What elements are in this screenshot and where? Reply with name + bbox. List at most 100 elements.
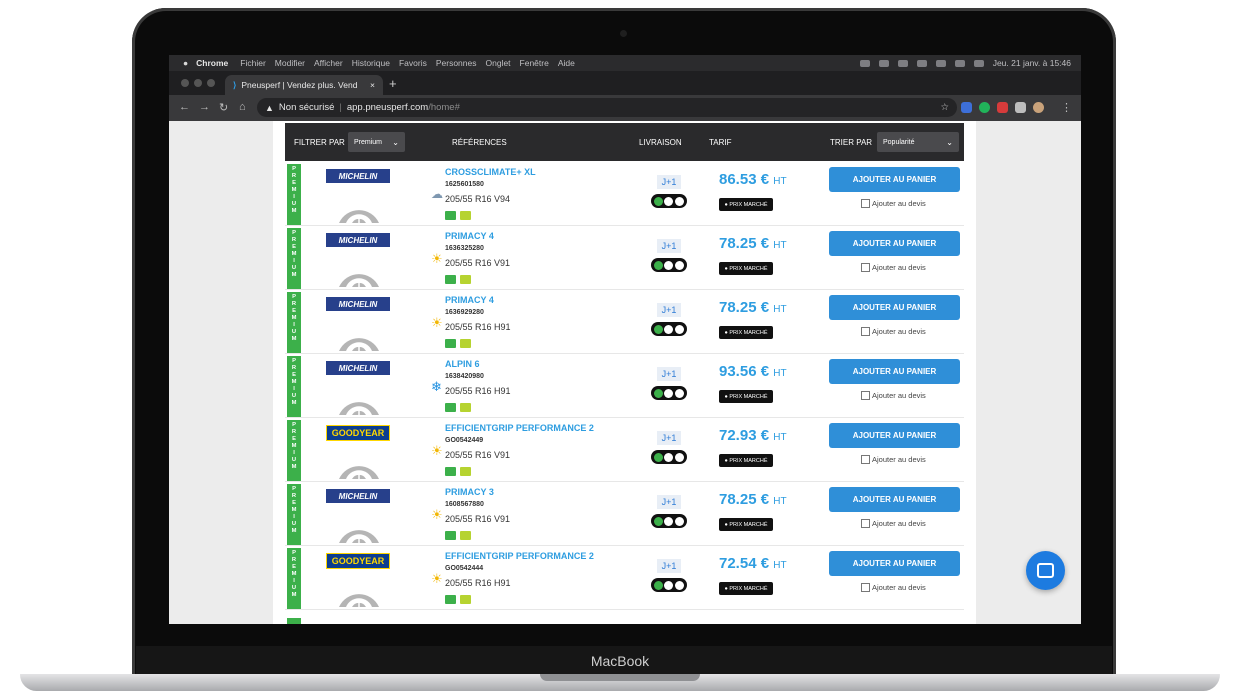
apple-icon[interactable]: ● [183,58,188,68]
product-name-link[interactable]: EFFICIENTGRIP PERFORMANCE 2 [445,423,594,433]
add-to-quote[interactable]: Ajouter au devis [861,455,926,464]
product-name-link[interactable]: EFFICIENTGRIP PERFORMANCE 2 [445,551,594,561]
add-to-quote[interactable]: Ajouter au devis [861,519,926,528]
premium-letter: P [292,166,296,172]
product-name-link[interactable]: PRIMACY 4 [445,295,494,305]
menu-item[interactable]: Favoris [399,58,427,68]
avatar[interactable] [1033,102,1044,113]
volume-icon[interactable] [897,59,908,67]
add-to-cart-button[interactable]: AJOUTER AU PANIER [829,487,960,512]
menu-item[interactable]: Modifier [275,58,305,68]
bookmark-star-icon[interactable]: ☆ [940,102,949,113]
add-to-quote[interactable]: Ajouter au devis [861,583,926,592]
premium-letter: I [293,514,295,520]
quote-checkbox[interactable] [861,327,870,336]
page-background: FILTRER PAR Premium ⌄ RÉFÉRENCES LIVRAIS… [169,121,1081,624]
menu-item[interactable]: Fichier [240,58,266,68]
quote-checkbox[interactable] [861,455,870,464]
battery-icon[interactable] [935,59,946,67]
premium-badge: PREMIUM [287,228,301,289]
bluetooth-icon[interactable] [916,59,927,67]
new-tab-icon[interactable]: + [389,76,397,91]
premium-letter: M [291,400,297,406]
quote-checkbox[interactable] [861,583,870,592]
product-name-link[interactable]: PRIMACY 4 [445,231,494,241]
chat-button[interactable] [1026,551,1065,590]
stock-dot-icon [675,452,685,462]
grammarly-icon[interactable] [979,102,990,113]
screen-icon[interactable] [878,59,889,67]
quote-label: Ajouter au devis [872,263,926,272]
market-price-badge[interactable]: ● PRIX MARCHÉ [719,198,773,211]
premium-letter: M [291,315,297,321]
filter-select[interactable]: Premium ⌄ [348,132,405,152]
forward-icon[interactable]: → [199,101,210,113]
laptop-notch [540,674,700,681]
add-to-cart-button[interactable]: AJOUTER AU PANIER [829,359,960,384]
quote-checkbox[interactable] [861,391,870,400]
extension-icon[interactable] [961,102,972,113]
stock-dot-icon [653,324,663,334]
add-to-quote[interactable]: Ajouter au devis [861,391,926,400]
market-price-badge[interactable]: ● PRIX MARCHÉ [719,326,773,339]
product-name-link[interactable]: CROSSCLIMATE+ XL [445,167,536,177]
add-to-cart-button[interactable]: AJOUTER AU PANIER [829,167,960,192]
market-price-badge[interactable]: ● PRIX MARCHÉ [719,262,773,275]
wifi-icon[interactable] [954,59,965,67]
reload-icon[interactable]: ↻ [219,101,228,114]
premium-letter: P [292,294,296,300]
camera-dot [620,30,627,37]
product-name-link[interactable]: PRIMACY 3 [445,487,494,497]
market-price-badge[interactable]: ● PRIX MARCHÉ [719,390,773,403]
premium-letter: E [292,500,296,506]
product-name-link[interactable]: ALPIN 6 [445,359,480,369]
stock-indicator [651,258,687,272]
cloud-icon[interactable] [859,59,870,67]
extension-badge-icon[interactable] [997,102,1008,113]
add-to-quote[interactable]: Ajouter au devis [861,199,926,208]
menu-item[interactable]: Afficher [314,58,343,68]
menu-item[interactable]: Personnes [436,58,477,68]
price: 86.53 € HT [719,171,787,188]
price-unit: HT [773,304,787,315]
toolbar: ← → ↻ ⌂ ▲ Non sécurisé | app.pneusperf.c… [169,95,1081,121]
add-to-cart-button[interactable]: AJOUTER AU PANIER [829,551,960,576]
add-to-cart-button[interactable]: AJOUTER AU PANIER [829,423,960,448]
sort-select[interactable]: Popularité ⌄ [877,132,959,152]
back-icon[interactable]: ← [179,101,190,113]
menu-item[interactable]: Aide [558,58,575,68]
address-bar[interactable]: ▲ Non sécurisé | app.pneusperf.com /home… [257,98,957,117]
stock-dot-icon [675,260,685,270]
add-to-quote[interactable]: Ajouter au devis [861,327,926,336]
more-menu-icon[interactable]: ⋮ [1061,101,1072,114]
market-price-badge[interactable]: ● PRIX MARCHÉ [719,454,773,467]
add-to-cart-button[interactable]: AJOUTER AU PANIER [829,231,960,256]
quote-checkbox[interactable] [861,199,870,208]
puzzle-icon[interactable] [1015,102,1026,113]
stock-dot-icon [675,516,685,526]
add-to-cart-button[interactable]: AJOUTER AU PANIER [829,295,960,320]
references-header: RÉFÉRENCES [452,138,507,147]
premium-letter: E [292,564,296,570]
menu-item[interactable]: Historique [352,58,390,68]
market-price-badge[interactable]: ● PRIX MARCHÉ [719,518,773,531]
quote-checkbox[interactable] [861,263,870,272]
tab-close-icon[interactable]: × [370,80,375,90]
window-close-button[interactable] [181,79,189,87]
product-reference: GO0542449 [445,437,484,444]
table-row: PREMIUM MICHELIN ☁ CROSSCLIMATE+ XL 1625… [285,161,964,226]
browser-tab[interactable]: ⟩ Pneusperf | Vendez plus. Vend × [225,75,383,95]
window-zoom-button[interactable] [207,79,215,87]
market-price-badge[interactable]: ● PRIX MARCHÉ [719,582,773,595]
premium-letter: M [291,187,297,193]
add-to-quote[interactable]: Ajouter au devis [861,263,926,272]
window-minimize-button[interactable] [194,79,202,87]
home-icon[interactable]: ⌂ [239,101,246,113]
eu-label-icon [445,403,456,412]
search-icon[interactable] [973,59,984,67]
menu-item[interactable]: Onglet [485,58,510,68]
quote-checkbox[interactable] [861,519,870,528]
menu-app-name[interactable]: Chrome [196,58,228,68]
menu-clock[interactable]: Jeu. 21 janv. à 15:46 [993,58,1071,68]
menu-item[interactable]: Fenêtre [520,58,549,68]
